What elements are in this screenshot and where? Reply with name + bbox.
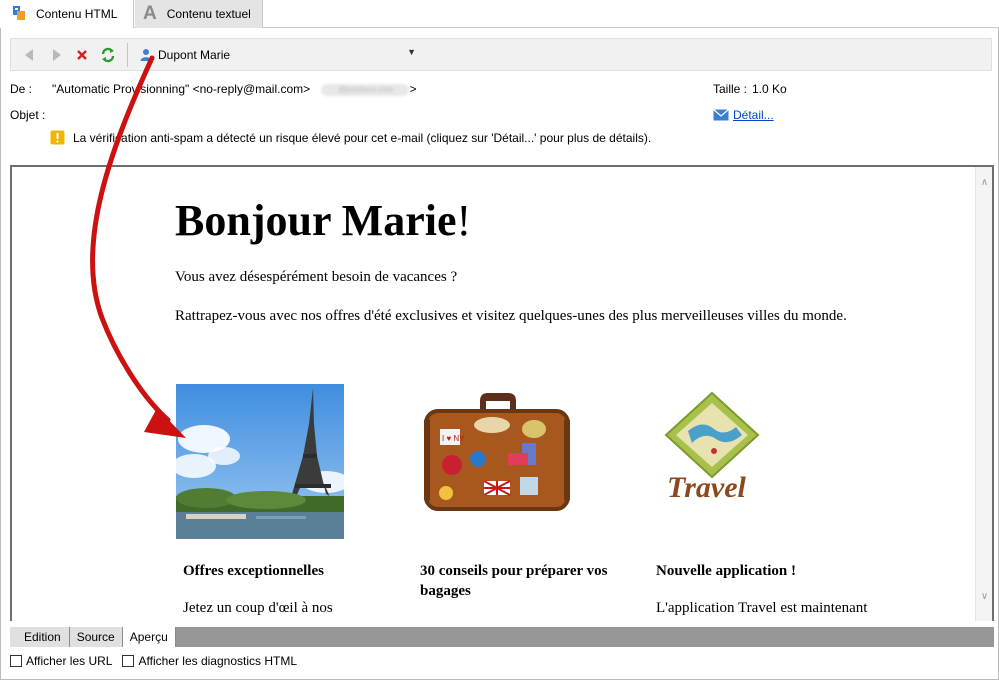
recipient-name: Dupont Marie — [158, 47, 231, 62]
email-intro: Vous avez désespérément besoin de vacanc… — [175, 269, 458, 285]
content-tabs: Contenu HTML A Contenu textuel — [0, 0, 999, 28]
size-label: Taille : — [713, 82, 748, 96]
travel-logo-text: Travel — [667, 471, 746, 504]
email-greeting: Bonjour Marie! — [175, 195, 471, 246]
from-suffix: > — [409, 82, 417, 96]
detail-link[interactable]: Détail... — [713, 108, 774, 122]
show-diagnostics-checkbox[interactable] — [122, 655, 135, 667]
tab-source[interactable]: Source — [69, 627, 123, 647]
show-urls-label: Afficher les URL — [26, 654, 113, 668]
from-value: "Automatic Provisionning" <no-reply@mail… — [52, 82, 417, 96]
tab-text-content-label: Contenu textuel — [166, 7, 251, 21]
refresh-icon — [101, 47, 115, 62]
travel-logo-graphic — [664, 391, 760, 479]
card-title-offers: Offres exceptionnelles — [183, 563, 324, 579]
html-content-icon — [12, 5, 26, 24]
suitcase-sticker-label: I ♥ NY — [442, 434, 465, 443]
scroll-down-icon[interactable]: ∨ — [976, 589, 992, 605]
card-title-packing: 30 conseils pour préparer vos bagages — [420, 563, 608, 599]
email-preview[interactable]: Bonjour Marie! Vous avez désespérément b… — [10, 165, 994, 621]
from-label: De : — [10, 82, 33, 96]
envelope-icon — [713, 109, 729, 121]
scroll-up-icon[interactable]: ∧ — [976, 175, 992, 191]
travel-logo-image[interactable]: Travel — [657, 389, 767, 509]
greeting-exclamation: ! — [456, 196, 472, 245]
email-body: Rattrapez-vous avec nos offres d'été exc… — [175, 308, 847, 324]
remove-button[interactable] — [71, 44, 93, 66]
card-title-app: Nouvelle application ! — [656, 563, 797, 579]
show-urls-checkbox[interactable] — [10, 655, 22, 667]
show-urls-option[interactable]: Afficher les URL — [10, 654, 112, 668]
arrow-right-icon — [53, 48, 61, 61]
recipient-select[interactable]: Dupont Marie ▼ — [134, 44, 416, 66]
spam-warning: La vérification anti-spam a détecté un r… — [50, 130, 651, 145]
suitcase-image[interactable]: I ♥ NY — [422, 393, 572, 521]
tab-apercu[interactable]: Aperçu — [122, 627, 176, 647]
preview-options: Afficher les URL Afficher les diagnostic… — [10, 654, 307, 668]
card-text-offers: Jetez un coup d'œil à nos — [183, 600, 333, 616]
preview-scrollbar[interactable]: ∧ ∨ — [975, 167, 992, 621]
view-mode-tabs: Edition Source Aperçu — [10, 627, 994, 647]
tab-html-content[interactable]: Contenu HTML — [0, 0, 134, 28]
preview-toolbar: Dupont Marie ▼ — [10, 38, 992, 71]
tab-text-content[interactable]: A Contenu textuel — [135, 0, 263, 28]
close-icon — [77, 49, 87, 60]
chevron-down-icon: ▼ — [407, 46, 416, 57]
card-text-app: L'application Travel est maintenant — [656, 600, 868, 616]
sender: "Automatic Provisionning" <no-reply@mail… — [52, 82, 311, 96]
detail-link-label: Détail... — [733, 108, 774, 122]
refresh-button[interactable] — [97, 44, 119, 66]
user-icon — [140, 49, 152, 61]
size-value: 1.0 Ko — [752, 82, 787, 96]
show-diagnostics-label: Afficher les diagnostics HTML — [138, 654, 297, 668]
blurred-address: @jonckers.com — [321, 83, 410, 96]
tab-html-content-label: Contenu HTML — [36, 7, 118, 21]
toolbar-separator — [127, 42, 128, 67]
eiffel-tower-image[interactable] — [176, 384, 344, 539]
spam-warning-text: La vérification anti-spam a détecté un r… — [73, 130, 652, 145]
text-content-icon: A — [143, 3, 157, 24]
tab-edition[interactable]: Edition — [10, 627, 70, 647]
greeting-name: Bonjour Marie — [175, 196, 457, 245]
warning-icon — [50, 130, 65, 145]
arrow-left-icon — [25, 48, 33, 61]
forward-button[interactable] — [45, 44, 67, 66]
subject-label: Objet : — [10, 108, 46, 122]
show-diagnostics-option[interactable]: Afficher les diagnostics HTML — [122, 654, 297, 668]
back-button[interactable] — [19, 44, 41, 66]
